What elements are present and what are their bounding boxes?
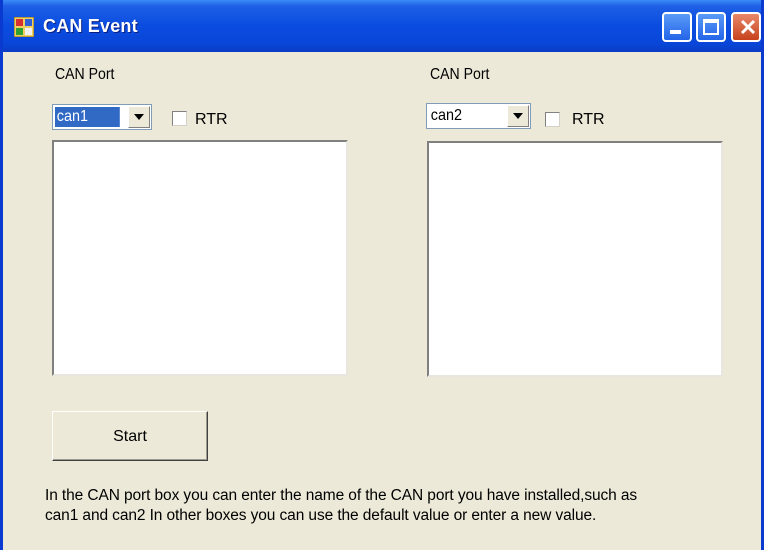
left-rtr-checkbox[interactable] [172, 111, 187, 126]
right-combo-dropdown-button[interactable] [507, 105, 529, 127]
help-text-line-2: can1 and can2 In other boxes you can use… [45, 507, 597, 524]
can-event-window: CAN Event CAN Port can1 RTR CAN Port can… [0, 0, 764, 550]
app-icon [14, 17, 34, 37]
close-icon [740, 19, 756, 35]
right-can-port-value[interactable]: can2 [429, 106, 466, 126]
left-can-port-combo[interactable]: can1 [52, 104, 152, 130]
right-can-port-label: CAN Port [430, 66, 490, 83]
right-can-port-combo[interactable]: can2 [426, 103, 531, 129]
start-button-label: Start [113, 428, 147, 445]
minimize-button[interactable] [662, 12, 692, 42]
chevron-down-icon [513, 113, 523, 119]
window-title: CAN Event [43, 16, 138, 36]
right-rtr-checkbox[interactable] [545, 112, 560, 127]
right-rtr-label[interactable]: RTR [572, 111, 605, 129]
maximize-button[interactable] [696, 12, 726, 42]
help-text: In the CAN port box you can enter the na… [45, 486, 735, 526]
help-text-line-1: In the CAN port box you can enter the na… [45, 487, 638, 504]
minimize-icon [670, 30, 681, 34]
title-bar[interactable]: CAN Event [3, 0, 761, 52]
right-data-textbox[interactable] [427, 141, 723, 377]
left-can-port-value[interactable]: can1 [55, 107, 120, 127]
left-rtr-label[interactable]: RTR [195, 111, 228, 129]
chevron-down-icon [134, 114, 144, 120]
left-combo-dropdown-button[interactable] [128, 106, 150, 128]
start-button[interactable]: Start [52, 411, 208, 461]
left-can-port-label: CAN Port [55, 66, 115, 83]
close-button[interactable] [731, 12, 761, 42]
left-data-textbox[interactable] [52, 140, 348, 376]
maximize-icon [703, 19, 719, 35]
